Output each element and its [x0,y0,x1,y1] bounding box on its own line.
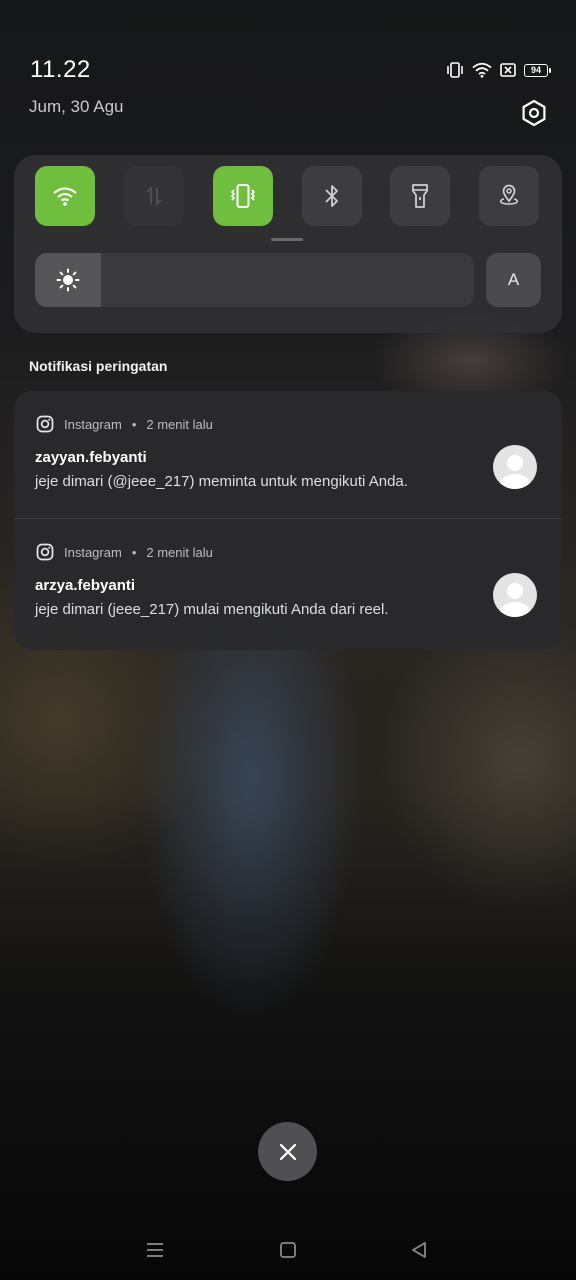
mobile-data-toggle[interactable] [124,166,184,226]
notification-sender: zayyan.febyanti [35,449,147,466]
notification-header: Instagram • 2 menit lalu [36,543,213,561]
notification-header: Instagram • 2 menit lalu [36,415,213,433]
notification-time: 2 menit lalu [146,416,213,432]
square-icon [280,1242,296,1258]
gear-icon [522,99,546,127]
separator-dot: • [131,416,137,432]
vibrate-icon [230,184,256,208]
notification-message: jeje dimari (jeee_217) mulai mengikuti A… [35,601,389,618]
location-toggle[interactable] [479,166,539,226]
notifications-section-title: Notifikasi peringatan [29,358,168,374]
notification-app-name: Instagram [64,416,122,432]
notification-time: 2 menit lalu [146,544,213,560]
auto-brightness-button[interactable]: A [486,253,541,307]
notification-item[interactable]: Instagram • 2 menit lalu zayyan.febyanti… [14,391,562,517]
sun-icon [56,268,80,292]
status-icons: 94 [446,62,551,78]
brightness-slider[interactable] [35,253,474,307]
panel-expand-handle[interactable] [271,238,303,241]
bluetooth-toggle[interactable] [302,166,362,226]
back-triangle-icon [412,1242,426,1258]
no-sim-icon [500,63,516,77]
battery-icon: 94 [524,63,551,77]
instagram-icon [36,415,54,433]
brightness-fill [35,253,101,307]
flashlight-icon [412,184,428,208]
separator-dot: • [131,544,137,560]
wifi-icon [472,62,492,78]
clock: 11.22 [30,56,91,83]
data-arrows-icon [146,185,162,207]
menu-icon [147,1243,163,1257]
instagram-icon [36,543,54,561]
notification-sender: arzya.febyanti [35,577,136,594]
wifi-toggle[interactable] [35,166,95,226]
clear-notifications-button[interactable] [258,1122,317,1181]
notification-group: Instagram • 2 menit lalu zayyan.febyanti… [14,391,562,650]
bluetooth-icon [325,185,338,207]
notification-app-name: Instagram [64,544,122,560]
vibrate-icon [446,62,464,78]
location-icon [499,184,519,205]
notification-item[interactable]: Instagram • 2 menit lalu arzya.febyanti … [14,518,562,645]
avatar [493,573,537,617]
home-button[interactable] [274,1238,302,1262]
quick-settings-panel: A [14,155,562,333]
wifi-icon [53,187,77,206]
back-button[interactable] [405,1238,433,1262]
settings-button[interactable] [518,97,550,129]
recents-button[interactable] [141,1238,169,1262]
notification-message: jeje dimari (@jeee_217) meminta untuk me… [35,473,408,490]
date-label: Jum, 30 Agu [29,97,124,116]
vibrate-toggle[interactable] [213,166,273,226]
avatar [493,445,537,489]
flashlight-toggle[interactable] [390,166,450,226]
navigation-bar [0,1226,576,1276]
close-icon [279,1143,296,1160]
